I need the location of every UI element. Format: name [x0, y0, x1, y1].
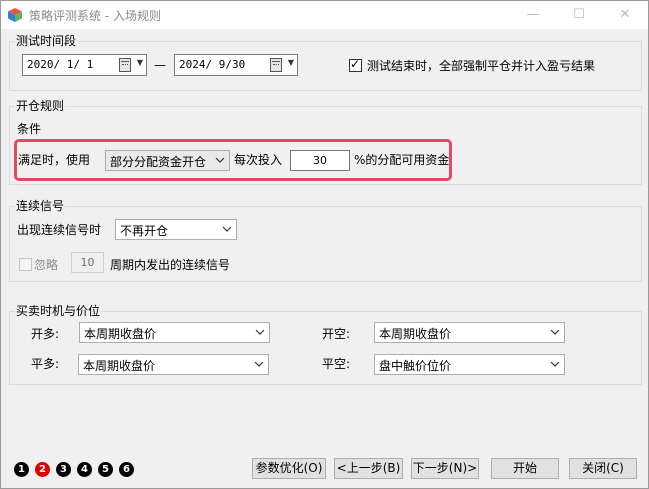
optimize-button[interactable]: 参数优化(O): [252, 458, 326, 479]
close-window-button[interactable]: ✕: [602, 1, 648, 29]
chevron-down-icon: [254, 361, 264, 367]
step-4-indicator[interactable]: 4: [77, 462, 92, 477]
calendar-icon[interactable]: [270, 58, 282, 72]
test-period-title: 测试时间段: [15, 32, 78, 49]
end-date-picker[interactable]: 2024/ 9/30 ▼: [174, 54, 298, 76]
chevron-down-icon: [222, 226, 232, 232]
ignore-suffix-label: 周期内发出的连续信号: [110, 258, 231, 272]
close-long-select[interactable]: 本周期收盘价: [78, 354, 269, 375]
force-close-checkbox[interactable]: ✓: [349, 57, 362, 72]
appear-consecutive-label: 出现连续信号时: [17, 223, 102, 237]
open-long-value: 本周期收盘价: [84, 327, 157, 341]
ignore-label: 忽略: [34, 258, 59, 272]
close-long-value: 本周期收盘价: [83, 359, 156, 373]
open-long-label: 开多:: [31, 327, 60, 341]
close-short-select[interactable]: 盘中触价位价: [374, 354, 565, 375]
open-short-select[interactable]: 本周期收盘价: [374, 322, 565, 343]
cube-app-icon: [8, 8, 22, 22]
force-close-label: 测试结束时，全部强制平仓并计入盈亏结果: [367, 59, 596, 73]
open-short-value: 本周期收盘价: [379, 327, 452, 341]
dropdown-arrow-icon[interactable]: ▼: [137, 58, 143, 67]
ignore-checkbox[interactable]: [19, 258, 32, 271]
dropdown-arrow-icon[interactable]: ▼: [288, 58, 294, 67]
step-2-indicator[interactable]: 2: [35, 462, 50, 477]
chevron-down-icon: [255, 329, 265, 335]
window-title: 策略评测系统 - 入场规则: [29, 9, 161, 23]
open-rules-title: 开仓规则: [15, 97, 66, 114]
chevron-down-icon: [550, 329, 560, 335]
condition-label: 条件: [17, 122, 42, 136]
end-date-value: 2024/ 9/30: [179, 58, 246, 71]
calendar-icon[interactable]: [119, 58, 131, 72]
timing-price-title: 买卖时机与价位: [15, 302, 102, 319]
start-date-value: 2020/ 1/ 1: [27, 58, 94, 71]
date-separator: —: [154, 58, 166, 72]
prev-step-button[interactable]: <上一步(B): [334, 458, 403, 479]
highlight-box: [14, 139, 452, 181]
dialog-window: 策略评测系统 - 入场规则 — ☐ ✕ 测试时间段 2020/ 1/ 1 ▼ —…: [0, 0, 649, 489]
step-5-indicator[interactable]: 5: [98, 462, 113, 477]
ignore-period-input[interactable]: 10: [71, 252, 104, 273]
chevron-down-icon: [550, 361, 560, 367]
close-short-label: 平空:: [322, 357, 351, 371]
close-button[interactable]: 关闭(C): [569, 458, 637, 479]
open-long-select[interactable]: 本周期收盘价: [79, 322, 270, 343]
consecutive-signal-title: 连续信号: [15, 197, 66, 214]
close-short-value: 盘中触价位价: [379, 359, 452, 373]
checkmark-icon: ✓: [350, 57, 361, 71]
maximize-button[interactable]: ☐: [556, 1, 602, 29]
minimize-button[interactable]: —: [510, 1, 556, 29]
consecutive-action-select[interactable]: 不再开仓: [115, 219, 237, 240]
next-step-button[interactable]: 下一步(N)>: [411, 458, 479, 479]
step-3-indicator[interactable]: 3: [56, 462, 71, 477]
start-date-picker[interactable]: 2020/ 1/ 1 ▼: [22, 54, 147, 76]
step-1-indicator[interactable]: 1: [14, 462, 29, 477]
consecutive-action-value: 不再开仓: [120, 224, 169, 238]
step-6-indicator[interactable]: 6: [119, 462, 134, 477]
close-long-label: 平多:: [31, 357, 60, 371]
title-bar: 策略评测系统 - 入场规则 — ☐ ✕: [1, 1, 648, 29]
start-button[interactable]: 开始: [491, 458, 559, 479]
open-short-label: 开空:: [322, 327, 351, 341]
